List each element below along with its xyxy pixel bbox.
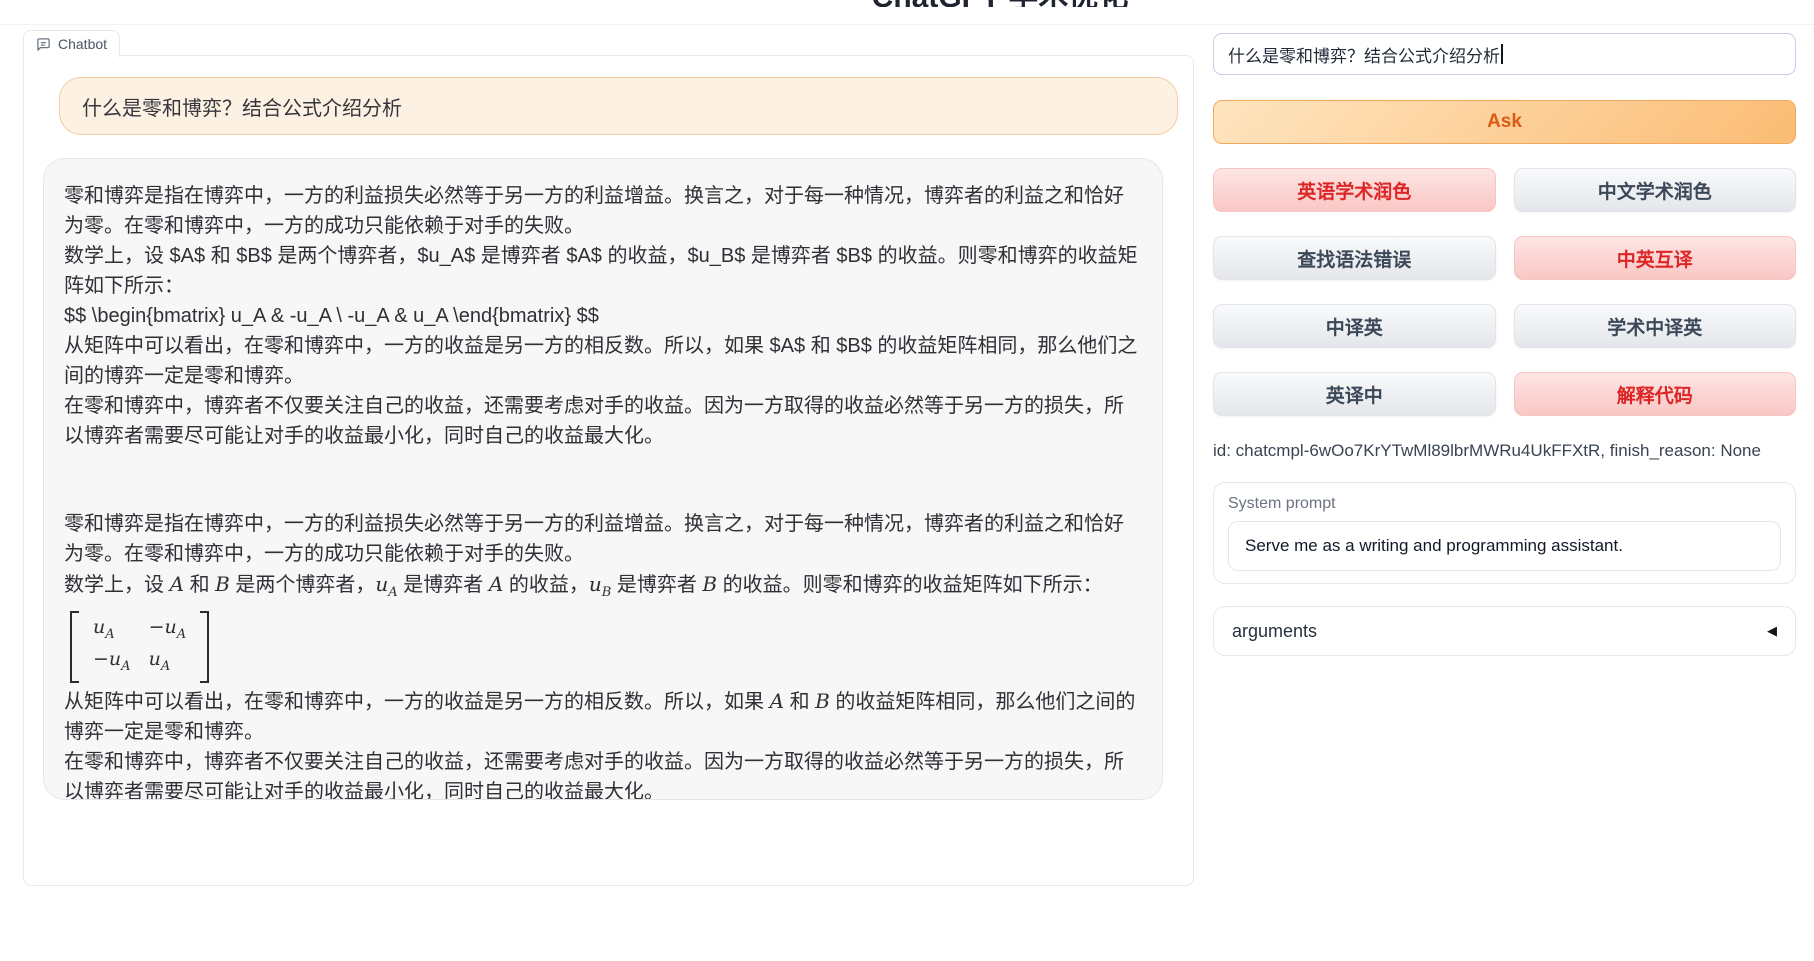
page-title: ChatGPT 学术优化 [780,0,1220,7]
question-input[interactable]: 什么是零和博弈？结合公式介绍分析 [1213,33,1796,75]
button-find-grammar-errors[interactable]: 查找语法错误 [1213,236,1496,280]
function-button-grid: 英语学术润色 中文学术润色 查找语法错误 中英互译 中译英 学术中译英 英译中 … [1213,168,1796,416]
button-en-to-zh[interactable]: 英译中 [1213,372,1496,416]
bot-message-paragraph: 从矩阵中可以看出，在零和博弈中，一方的收益是另一方的相反数。所以，如果 A 和 … [64,686,1142,747]
button-zh-to-en[interactable]: 中译英 [1213,304,1496,348]
matrix-cell: −uA [93,647,131,679]
button-chinese-academic-polish[interactable]: 中文学术润色 [1514,168,1797,212]
system-prompt-group: System prompt Serve me as a writing and … [1213,482,1796,584]
chatbot-panel: 什么是零和博弈？结合公式介绍分析 零和博弈是指在博弈中，一方的利益损失必然等于另… [23,55,1194,886]
button-academic-zh-to-en[interactable]: 学术中译英 [1514,304,1797,348]
matrix-cell: uA [93,615,131,647]
chatbot-label-text: Chatbot [58,36,107,52]
matrix-cell: uA [149,647,187,679]
system-prompt-input[interactable]: Serve me as a writing and programming as… [1228,521,1781,571]
arguments-accordion[interactable]: arguments ◀ [1213,606,1796,656]
completion-status: id: chatcmpl-6wOo7KrYTwMl89lbrMWRu4UkFFX… [1213,440,1796,461]
chat-icon [36,37,51,52]
question-input-value: 什么是零和博弈？结合公式介绍分析 [1228,42,1500,67]
bot-message-paragraph: 零和博弈是指在博弈中，一方的利益损失必然等于另一方的利益增益。换言之，对于每一种… [64,509,1142,569]
bot-message-paragraph: 在零和博弈中，博弈者不仅要关注自己的收益，还需要考虑对手的收益。因为一方取得的收… [64,747,1142,800]
system-prompt-value: Serve me as a writing and programming as… [1245,536,1623,556]
text-cursor [1501,44,1503,64]
button-explain-code[interactable]: 解释代码 [1514,372,1797,416]
button-english-academic-polish[interactable]: 英语学术润色 [1213,168,1496,212]
bot-message-paragraph: 数学上，设 $A$ 和 $B$ 是两个博弈者，$u_A$ 是博弈者 $A$ 的收… [64,241,1142,301]
bot-message-paragraph: 零和博弈是指在博弈中，一方的利益损失必然等于另一方的利益增益。换言之，对于每一种… [64,181,1142,241]
bot-message-paragraph: 从矩阵中可以看出，在零和博弈中，一方的收益是另一方的相反数。所以，如果 $A$ … [64,331,1142,391]
accordion-label: arguments [1232,621,1317,642]
bot-message-paragraph: 数学上，设 A 和 B 是两个博弈者，uA 是博弈者 A 的收益，uB 是博弈者… [64,569,1142,608]
button-zh-en-mutual-translate[interactable]: 中英互译 [1514,236,1797,280]
message-gap [64,451,1142,509]
collapse-triangle-icon: ◀ [1767,623,1777,639]
divider [0,24,1814,25]
ask-button[interactable]: Ask [1213,100,1796,144]
payoff-matrix: uA −uA −uA uA [70,611,209,683]
matrix-cell: −uA [149,615,187,647]
matrix-bracket-left [70,611,79,683]
system-prompt-label: System prompt [1228,495,1781,513]
user-message[interactable]: 什么是零和博弈？结合公式介绍分析 [59,77,1178,135]
matrix-bracket-right [200,611,209,683]
chatbot-label: Chatbot [23,30,120,57]
bot-message[interactable]: 零和博弈是指在博弈中，一方的利益损失必然等于另一方的利益增益。换言之，对于每一种… [43,158,1163,800]
user-message-text: 什么是零和博弈？结合公式介绍分析 [82,92,402,121]
bot-message-paragraph: 在零和博弈中，博弈者不仅要关注自己的收益，还需要考虑对手的收益。因为一方取得的收… [64,391,1142,451]
bot-message-paragraph: $$ \begin{bmatrix} u_A & -u_A \ -u_A & u… [64,301,1142,331]
